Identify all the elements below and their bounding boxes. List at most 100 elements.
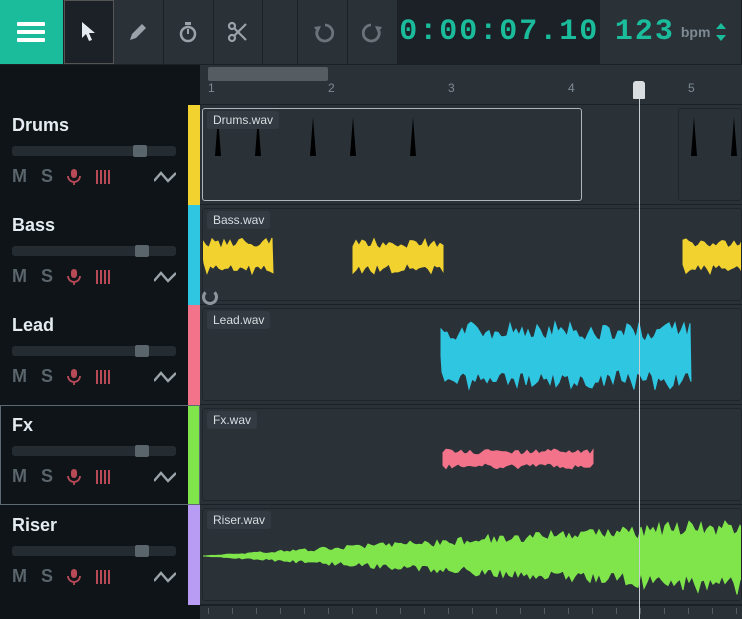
track-panel: DrumsMSBassMSLeadMSFxMSRiserMS — [0, 65, 200, 619]
track-header[interactable]: FxMS — [0, 405, 200, 505]
pencil-icon — [128, 22, 148, 42]
automation-icon — [154, 571, 176, 583]
track-lane[interactable]: Fx.wav — [200, 405, 742, 505]
record-arm-button[interactable] — [67, 169, 81, 185]
sliders-icon — [95, 570, 111, 584]
track-color-strip — [188, 105, 200, 205]
mute-button[interactable]: M — [12, 566, 27, 587]
volume-knob[interactable] — [135, 545, 149, 557]
ruler-mark: 1 — [208, 81, 215, 95]
volume-knob[interactable] — [135, 445, 149, 457]
volume-slider[interactable] — [12, 546, 176, 556]
track-lane[interactable]: Drums.wav — [200, 105, 742, 205]
menu-button[interactable] — [0, 0, 64, 64]
mute-button[interactable]: M — [12, 466, 27, 487]
solo-button[interactable]: S — [41, 466, 53, 487]
volume-slider[interactable] — [12, 146, 176, 156]
solo-button[interactable]: S — [41, 366, 53, 387]
mic-icon — [67, 569, 81, 585]
automation-button[interactable] — [154, 371, 176, 383]
record-arm-button[interactable] — [67, 569, 81, 585]
sliders-icon — [95, 270, 111, 284]
track-color-strip — [188, 505, 200, 605]
cut-tool-button[interactable] — [214, 0, 264, 64]
mute-button[interactable]: M — [12, 166, 27, 187]
waveform-icon — [203, 209, 742, 301]
undo-button[interactable] — [298, 0, 348, 64]
mute-button[interactable]: M — [12, 366, 27, 387]
audio-clip[interactable]: Lead.wav — [202, 308, 742, 401]
track-lane[interactable]: Lead.wav — [200, 305, 742, 405]
clip-label: Drums.wav — [207, 111, 279, 129]
time-display[interactable]: 0:00:07.10 — [398, 0, 600, 64]
volume-slider[interactable] — [12, 446, 176, 456]
redo-button[interactable] — [348, 0, 398, 64]
mixer-button[interactable] — [95, 170, 111, 184]
automation-icon — [154, 471, 176, 483]
metronome-button[interactable] — [164, 0, 214, 64]
clip-label: Bass.wav — [207, 211, 270, 229]
playhead-handle[interactable] — [633, 81, 645, 99]
draw-tool-button[interactable] — [114, 0, 164, 64]
track-lane[interactable]: Riser.wav — [200, 505, 742, 605]
automation-button[interactable] — [154, 171, 176, 183]
solo-button[interactable]: S — [41, 166, 53, 187]
waveform-icon — [203, 309, 742, 401]
mixer-button[interactable] — [95, 470, 111, 484]
bpm-display[interactable]: 123 bpm — [600, 0, 742, 64]
toolbar-spacer — [263, 0, 298, 64]
track-name: Lead — [12, 315, 176, 336]
track-lane[interactable]: Bass.wav — [200, 205, 742, 305]
automation-button[interactable] — [154, 271, 176, 283]
audio-clip[interactable]: Bass.wav — [202, 208, 742, 301]
loading-icon — [202, 289, 218, 305]
audio-clip[interactable]: Fx.wav — [202, 408, 742, 501]
chevron-up-icon — [716, 23, 726, 29]
loop-region[interactable] — [208, 67, 328, 81]
record-arm-button[interactable] — [67, 469, 81, 485]
track-header[interactable]: Lead MS — [0, 305, 200, 405]
record-arm-button[interactable] — [67, 269, 81, 285]
clip-label: Riser.wav — [207, 511, 271, 529]
playhead[interactable] — [639, 89, 640, 619]
scissors-icon — [227, 21, 249, 43]
mixer-button[interactable] — [95, 270, 111, 284]
bottom-ruler — [200, 605, 742, 619]
select-tool-button[interactable] — [64, 0, 114, 64]
track-header[interactable]: RiserMS — [0, 505, 200, 605]
audio-clip[interactable]: Drums.wav — [202, 108, 582, 201]
solo-button[interactable]: S — [41, 566, 53, 587]
mixer-button[interactable] — [95, 570, 111, 584]
automation-icon — [154, 271, 176, 283]
automation-button[interactable] — [154, 571, 176, 583]
track-header[interactable]: Drums MS — [0, 105, 200, 205]
ruler-mark: 5 — [688, 81, 695, 95]
waveform-icon — [679, 109, 742, 201]
volume-knob[interactable] — [133, 145, 147, 157]
mic-icon — [67, 169, 81, 185]
automation-button[interactable] — [154, 471, 176, 483]
time-value: 0:00:07.10 — [399, 15, 599, 49]
arrange-area[interactable]: 12345 Drums.wav Bass.wav Lead.wavFx.wav Ris… — [200, 65, 742, 619]
volume-slider[interactable] — [12, 346, 176, 356]
mixer-button[interactable] — [95, 370, 111, 384]
audio-clip[interactable]: Riser.wav — [202, 508, 742, 601]
record-arm-button[interactable] — [67, 369, 81, 385]
bpm-stepper[interactable] — [716, 23, 726, 41]
track-header[interactable]: Bass MS — [0, 205, 200, 305]
track-color-strip — [188, 205, 200, 305]
solo-button[interactable]: S — [41, 266, 53, 287]
sliders-icon — [95, 370, 111, 384]
audio-clip[interactable] — [678, 108, 742, 201]
track-name: Bass — [12, 215, 176, 236]
track-name: Drums — [12, 115, 176, 136]
volume-knob[interactable] — [135, 245, 149, 257]
mic-icon — [67, 469, 81, 485]
mute-button[interactable]: M — [12, 266, 27, 287]
chevron-down-icon — [716, 35, 726, 41]
timeline-ruler[interactable]: 12345 — [200, 65, 742, 105]
volume-slider[interactable] — [12, 246, 176, 256]
volume-knob[interactable] — [135, 345, 149, 357]
track-color-strip — [188, 305, 200, 405]
bpm-label: bpm — [681, 24, 711, 40]
